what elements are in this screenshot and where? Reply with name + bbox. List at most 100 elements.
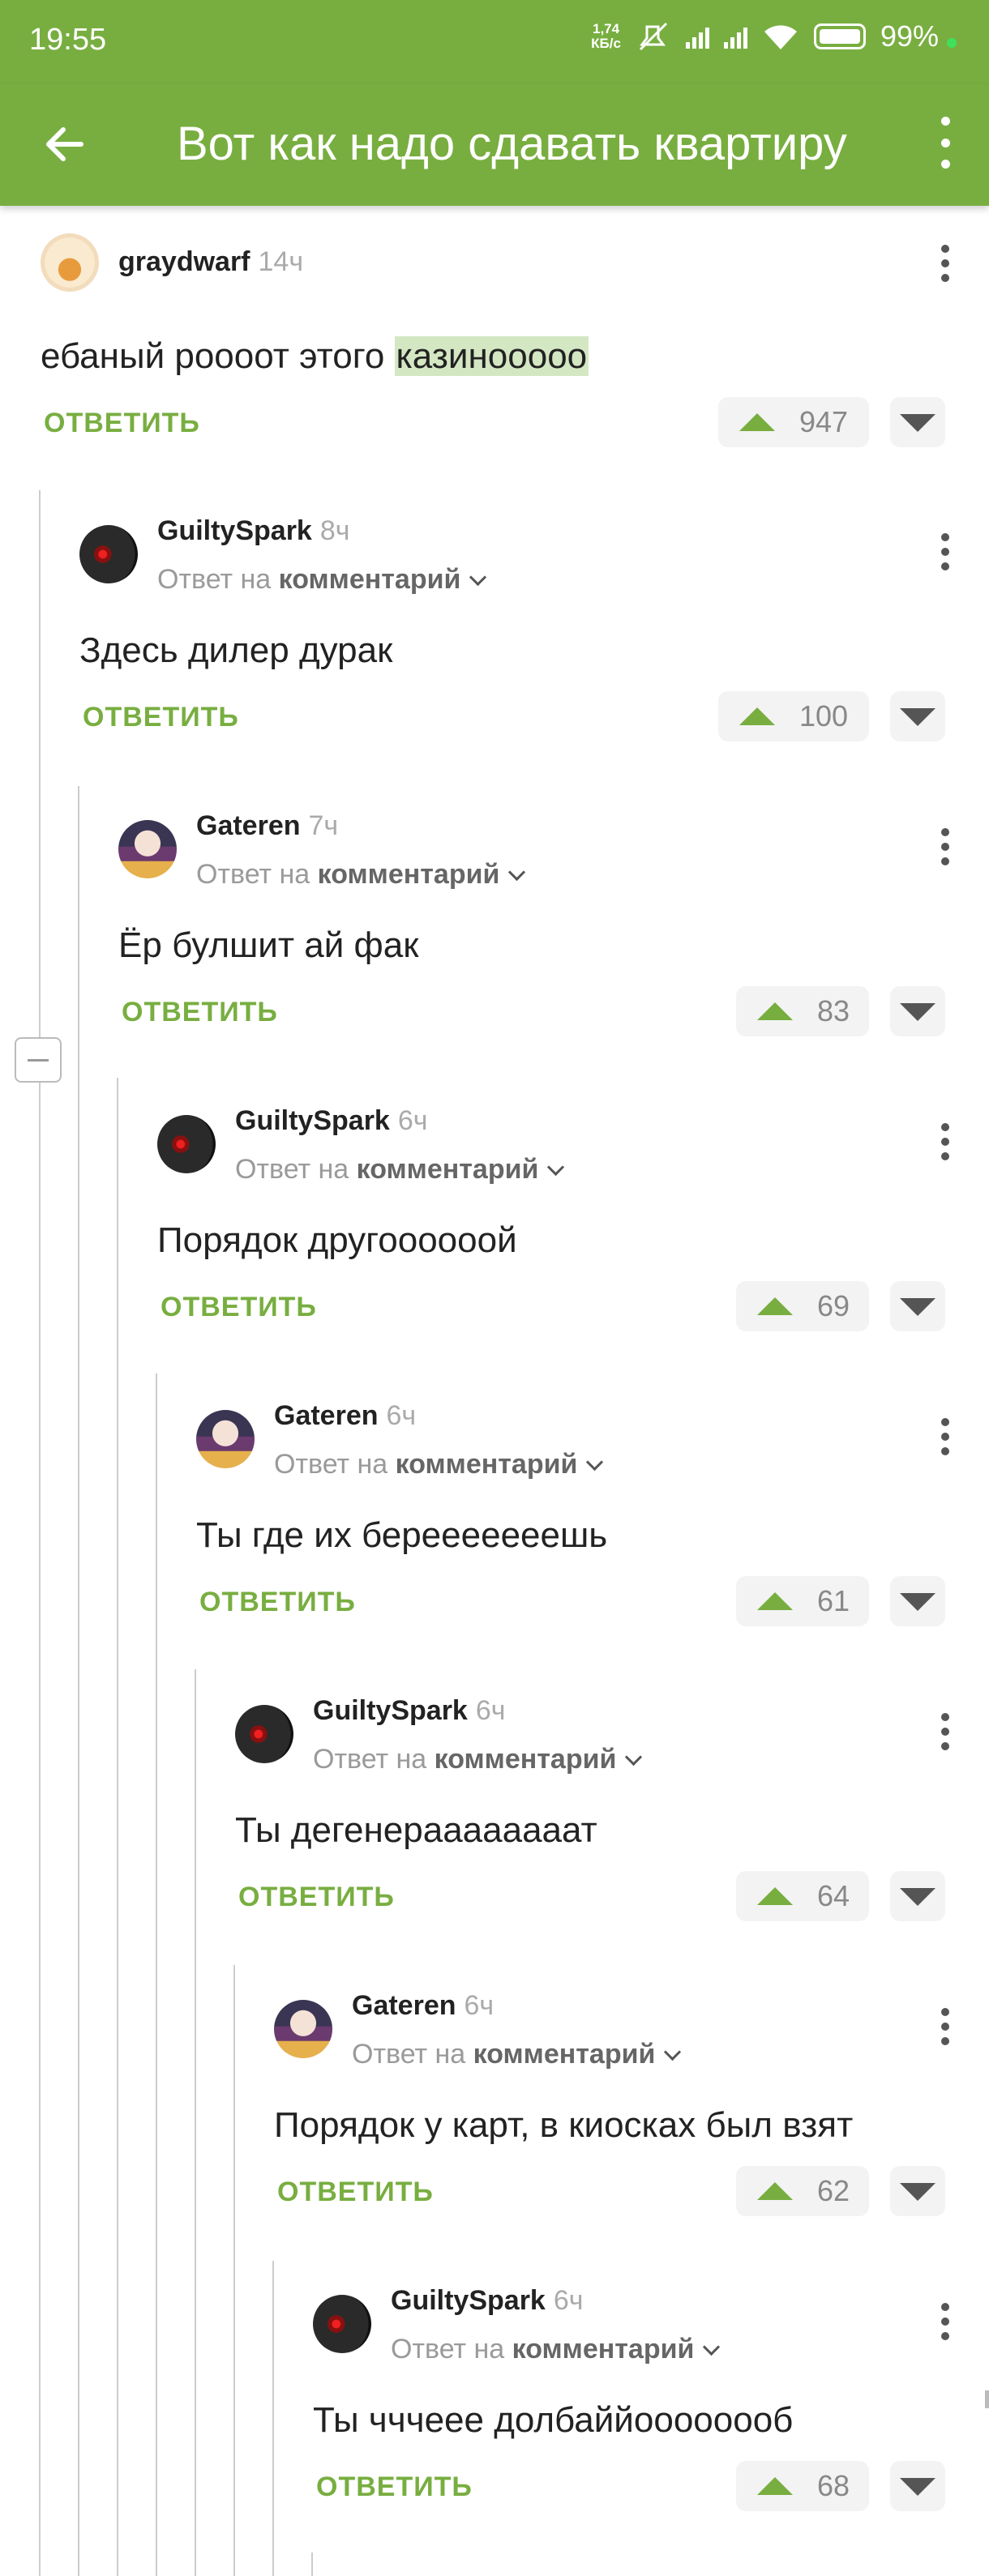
- reply-button[interactable]: ОТВЕТИТЬ: [83, 702, 239, 733]
- reply-button[interactable]: ОТВЕТИТЬ: [199, 1587, 356, 1618]
- reply-to-target[interactable]: комментарий: [279, 564, 461, 595]
- downvote-icon[interactable]: [890, 2166, 945, 2216]
- comment-author[interactable]: GuiltySpark 6ч: [235, 1105, 427, 1137]
- avatar[interactable]: [118, 820, 177, 878]
- comment-menu-icon[interactable]: [937, 2008, 953, 2045]
- comment-time: 6ч: [397, 1105, 428, 1136]
- reply-to-link[interactable]: Ответ на комментарий: [196, 859, 526, 891]
- avatar[interactable]: [235, 1705, 293, 1763]
- collapse-thread-button[interactable]: [15, 1037, 62, 1083]
- vote-up-button[interactable]: 64: [736, 1871, 869, 1921]
- upvote-icon[interactable]: [757, 2477, 793, 2495]
- downvote-icon[interactable]: [890, 1871, 945, 1921]
- upvote-icon[interactable]: [757, 1002, 793, 1020]
- thread-line: [39, 490, 41, 2576]
- vote-up-button[interactable]: 100: [718, 691, 869, 741]
- vote-up-button[interactable]: 61: [736, 1576, 869, 1626]
- comment-text: Ты чччеее долбаййоооооооб: [313, 2400, 794, 2440]
- chevron-down-icon[interactable]: [469, 568, 487, 587]
- downvote-icon[interactable]: [890, 1281, 945, 1331]
- comment-author[interactable]: GuiltySpark 8ч: [157, 515, 349, 547]
- chevron-down-icon[interactable]: [508, 863, 526, 882]
- comment-author[interactable]: Gateren 6ч: [274, 1400, 416, 1432]
- author-name[interactable]: GuiltySpark: [313, 1695, 468, 1726]
- more-options-icon[interactable]: [929, 117, 961, 169]
- author-name[interactable]: GuiltySpark: [391, 2285, 546, 2316]
- comment-author[interactable]: graydwarf 14ч: [118, 246, 303, 278]
- vote-up-button[interactable]: 83: [736, 986, 869, 1036]
- chevron-down-icon[interactable]: [703, 2338, 721, 2356]
- comment-author[interactable]: Gateren 6ч: [352, 1990, 494, 2022]
- comment-author[interactable]: GuiltySpark 6ч: [391, 2285, 583, 2317]
- upvote-icon[interactable]: [757, 1297, 793, 1315]
- reply-button[interactable]: ОТВЕТИТЬ: [161, 1292, 317, 1323]
- chevron-down-icon[interactable]: [664, 2043, 682, 2061]
- reply-to-target[interactable]: комментарий: [512, 2334, 695, 2365]
- downvote-icon[interactable]: [890, 986, 945, 1036]
- vote-up-button[interactable]: 68: [736, 2461, 869, 2511]
- back-arrow-icon[interactable]: [41, 120, 89, 169]
- scrollbar[interactable]: [985, 2390, 989, 2408]
- upvote-icon[interactable]: [757, 1887, 793, 1905]
- reply-to-target[interactable]: комментарий: [318, 859, 500, 890]
- avatar[interactable]: [79, 525, 138, 583]
- comment-menu-icon[interactable]: [937, 1418, 953, 1455]
- reply-button[interactable]: ОТВЕТИТЬ: [122, 997, 278, 1028]
- thread-line: [195, 1669, 196, 2576]
- vote-up-button[interactable]: 947: [718, 397, 869, 447]
- author-name[interactable]: GuiltySpark: [157, 515, 312, 546]
- network-speed: 1,74 КБ/с: [591, 22, 621, 51]
- reply-to-target[interactable]: комментарий: [473, 2039, 656, 2070]
- upvote-icon[interactable]: [739, 413, 775, 431]
- reply-to-target[interactable]: комментарий: [357, 1154, 539, 1185]
- reply-to-link[interactable]: Ответ на комментарий: [235, 1154, 565, 1185]
- author-name[interactable]: Gateren: [196, 810, 301, 841]
- reply-to-link[interactable]: Ответ на комментарий: [391, 2334, 721, 2365]
- avatar[interactable]: [274, 2000, 332, 2058]
- comment-score: 68: [817, 2469, 850, 2502]
- reply-button[interactable]: ОТВЕТИТЬ: [316, 2471, 473, 2503]
- comment-menu-icon[interactable]: [937, 1123, 953, 1160]
- reply-to-target[interactable]: комментарий: [396, 1449, 578, 1480]
- downvote-icon[interactable]: [890, 691, 945, 741]
- reply-button[interactable]: ОТВЕТИТЬ: [44, 408, 200, 439]
- chevron-down-icon[interactable]: [625, 1748, 643, 1766]
- comment-text-plain: ебаный роооот этого: [41, 336, 395, 376]
- battery-percent: 99%: [880, 19, 939, 53]
- reply-button[interactable]: ОТВЕТИТЬ: [238, 1882, 395, 1913]
- comment-menu-icon[interactable]: [937, 245, 953, 282]
- comment-menu-icon[interactable]: [937, 2303, 953, 2340]
- upvote-icon[interactable]: [757, 2182, 793, 2200]
- thread-line: [78, 786, 79, 2576]
- upvote-icon[interactable]: [757, 1592, 793, 1610]
- reply-to-link[interactable]: Ответ на комментарий: [274, 1449, 604, 1480]
- downvote-icon[interactable]: [890, 2461, 945, 2511]
- downvote-icon[interactable]: [890, 397, 945, 447]
- avatar[interactable]: [157, 1115, 216, 1173]
- reply-to-link[interactable]: Ответ на комментарий: [313, 1744, 643, 1775]
- reply-to-target[interactable]: комментарий: [435, 1744, 617, 1775]
- chevron-down-icon[interactable]: [586, 1453, 604, 1472]
- downvote-icon[interactable]: [890, 1576, 945, 1626]
- reply-button[interactable]: ОТВЕТИТЬ: [277, 2177, 434, 2208]
- author-name[interactable]: graydwarf: [118, 246, 250, 277]
- comment-menu-icon[interactable]: [937, 533, 953, 570]
- reply-to-link[interactable]: Ответ на комментарий: [352, 2039, 682, 2070]
- vote-up-button[interactable]: 62: [736, 2166, 869, 2216]
- avatar[interactable]: [313, 2295, 371, 2353]
- vote-up-button[interactable]: 69: [736, 1281, 869, 1331]
- avatar[interactable]: [196, 1410, 255, 1468]
- reply-to-link[interactable]: Ответ на комментарий: [157, 564, 487, 596]
- comment-menu-icon[interactable]: [937, 828, 953, 865]
- avatar[interactable]: [41, 233, 99, 292]
- author-name[interactable]: Gateren: [274, 1400, 379, 1431]
- author-name[interactable]: Gateren: [352, 1990, 456, 2021]
- comment-author[interactable]: Gateren 7ч: [196, 810, 338, 842]
- upvote-icon[interactable]: [739, 707, 775, 725]
- comment-author[interactable]: GuiltySpark 6ч: [313, 1695, 505, 1727]
- comment-menu-icon[interactable]: [937, 1713, 953, 1750]
- chevron-down-icon[interactable]: [547, 1158, 565, 1177]
- comment-time: 6ч: [464, 1990, 494, 2021]
- author-name[interactable]: GuiltySpark: [235, 1105, 390, 1136]
- reply-to-prefix: Ответ на: [313, 1744, 427, 1775]
